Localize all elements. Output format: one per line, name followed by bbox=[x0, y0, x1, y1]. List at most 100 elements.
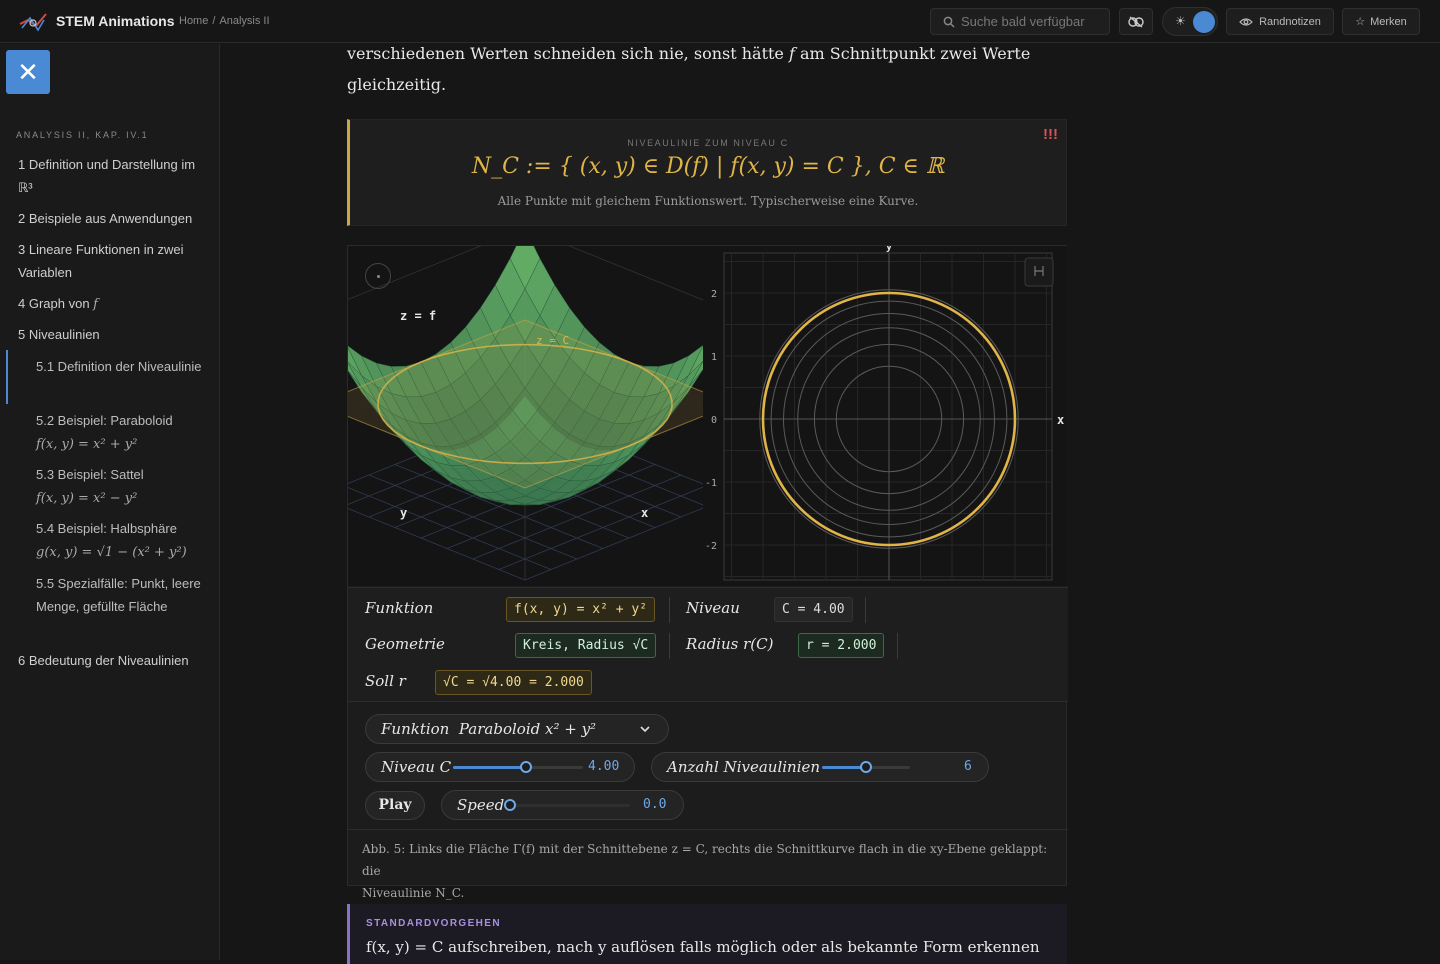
funktion-readout-value: f(x, y) = x² + y² bbox=[506, 597, 656, 622]
sidebar-item-label: 5 Niveaulinien bbox=[18, 327, 100, 342]
niveau-slider-track[interactable] bbox=[453, 761, 583, 773]
readout-divider bbox=[669, 633, 670, 659]
search-placeholder: Suche bald verfügbar bbox=[961, 14, 1085, 29]
contour-svg: 2 1 0 -1 -2 x y bbox=[705, 242, 1064, 581]
funktion-select[interactable]: Funktion Paraboloid x² + y² bbox=[365, 714, 669, 744]
anzahl-slider[interactable]: Anzahl Niveaulinien 6 bbox=[651, 752, 989, 782]
search-input[interactable]: Suche bald verfügbar bbox=[930, 8, 1110, 35]
readout-divider bbox=[865, 597, 866, 623]
eye-icon bbox=[1239, 17, 1253, 26]
anzahl-slider-label: Anzahl Niveaulinien bbox=[667, 758, 821, 776]
sidebar-item-3[interactable]: 3 Lineare Funktionen in zwei Variablen bbox=[18, 238, 208, 284]
sidebar-heading: ANALYSIS II, KAP. IV.1 bbox=[16, 130, 149, 140]
niveau-readout-label: Niveau bbox=[686, 599, 740, 617]
theme-toggle[interactable]: ☀ bbox=[1162, 7, 1218, 36]
y-tick-label: 0 bbox=[711, 415, 717, 426]
close-icon: ✕ bbox=[17, 56, 39, 87]
sidebar-item-5-1[interactable]: 5.1 Definition der Niveaulinie bbox=[36, 355, 211, 378]
z-axis-label: z = f bbox=[400, 309, 436, 323]
sidebar-item-5-4[interactable]: 5.4 Beispiel: Halbsphäre g(x, y) = √1 − (… bbox=[36, 517, 211, 564]
sidebar-item-math: f(x, y) = x² − y² bbox=[36, 491, 138, 506]
breadcrumb-current[interactable]: Analysis II bbox=[219, 15, 269, 27]
niveau-slider-label: Niveau C bbox=[381, 758, 452, 776]
paragraph-text: gleichzeitig. bbox=[347, 75, 447, 94]
sidebar-item-label: 2 Beispiele aus Anwendungen bbox=[18, 211, 193, 226]
speed-slider-label: Speed bbox=[457, 796, 505, 814]
surface-plot[interactable]: z = C z = f x y bbox=[315, 227, 735, 586]
y-tick-label: 2 bbox=[711, 289, 717, 300]
sidebar-item-label: 5.2 Beispiel: Paraboloid bbox=[36, 413, 173, 428]
readout-divider bbox=[669, 597, 670, 623]
sidebar-item-label: 4 Graph von bbox=[18, 296, 90, 311]
readout-panel: Funktion f(x, y) = x² + y² Niveau C = 4.… bbox=[348, 587, 1068, 702]
bookmark-button[interactable]: ☆ Merken bbox=[1342, 8, 1420, 35]
toggle-knob bbox=[1193, 11, 1215, 33]
niveau-slider-value: 4.00 bbox=[588, 759, 620, 774]
definition-description: Alle Punkte mit gleichem Funktionswert. … bbox=[497, 194, 919, 208]
tool-button[interactable] bbox=[1119, 8, 1153, 35]
sidebar-item-math: g(x, y) = √1 − (x² + y²) bbox=[36, 545, 187, 560]
niveau-slider-thumb[interactable] bbox=[519, 761, 532, 773]
niveau-slider-fill bbox=[453, 766, 526, 769]
funktion-select-caption: Funktion bbox=[381, 720, 450, 738]
sidebar-item-5-5[interactable]: 5.5 Spezialfälle: Punkt, leere Menge, ge… bbox=[36, 572, 211, 618]
sidebar-item-4[interactable]: 4 Graph von f bbox=[18, 292, 208, 316]
niveau-slider[interactable]: Niveau C 4.00 bbox=[365, 752, 635, 782]
breadcrumb-home[interactable]: Home bbox=[179, 15, 208, 27]
sidebar-item-math: f bbox=[93, 297, 98, 312]
speed-slider-value: 0.0 bbox=[643, 797, 667, 812]
sidebar-item-6[interactable]: 6 Bedeutung der Niveaulinien bbox=[18, 649, 208, 672]
base-grid-line bbox=[316, 495, 526, 581]
sidebar-item-5-2[interactable]: 5.2 Beispiel: Paraboloid f(x, y) = x² + y… bbox=[36, 409, 211, 456]
standard-procedure-text: f(x, y) = C aufschreiben, nach y auflöse… bbox=[366, 938, 1040, 956]
sidebar-item-label: 5.5 Spezialfälle: Punkt, leere Menge, ge… bbox=[36, 576, 201, 614]
importance-mark: !!! bbox=[1043, 126, 1058, 143]
geometrie-readout-value: Kreis, Radius √C bbox=[515, 633, 657, 658]
niveau-readout-value: C = 4.00 bbox=[774, 597, 853, 622]
x-axis-label: x bbox=[641, 506, 648, 520]
speed-slider-thumb[interactable] bbox=[504, 799, 516, 811]
standard-procedure-label: STANDARDVORGEHEN bbox=[366, 918, 501, 929]
logo-icon[interactable] bbox=[18, 10, 48, 34]
notes-button[interactable]: Randnotizen bbox=[1226, 8, 1334, 35]
brand-title[interactable]: STEM Animations bbox=[56, 13, 175, 29]
bookmark-label: Merken bbox=[1370, 15, 1407, 28]
speed-slider[interactable]: Speed 0.0 bbox=[441, 790, 684, 820]
y-tick-label: -1 bbox=[705, 478, 717, 489]
close-button[interactable]: ✕ bbox=[6, 50, 50, 94]
sidebar-item-label: 5.1 Definition der Niveaulinie bbox=[36, 359, 202, 374]
play-button[interactable]: Play bbox=[365, 791, 425, 820]
tool-icon bbox=[1128, 15, 1144, 28]
speed-slider-track[interactable] bbox=[504, 799, 630, 811]
figure-panel: z = C z = f x y 2 1 0 -1 -2 x y Funktion f(x, y) … bbox=[315, 227, 1068, 900]
notes-label: Randnotizen bbox=[1259, 15, 1321, 28]
readout-divider bbox=[897, 633, 898, 659]
surface-svg: z = C z = f x y bbox=[315, 227, 735, 581]
funktion-readout-label: Funktion bbox=[365, 599, 434, 617]
definition-formula: N_C := { (x, y) ∈ D(f) | f(x, y) = C }, … bbox=[471, 154, 945, 179]
sidebar-item-2[interactable]: 2 Beispiele aus Anwendungen bbox=[18, 207, 208, 230]
sidebar-item-5-3[interactable]: 5.3 Beispiel: Sattel f(x, y) = x² − y² bbox=[36, 463, 211, 510]
x-axis-label: x bbox=[1057, 413, 1064, 427]
funktion-select-value: Paraboloid x² + y² bbox=[458, 720, 597, 738]
figure-caption: Abb. 5: Links die Fläche Γ(f) mit der Sc… bbox=[348, 829, 1068, 900]
sidebar-item-label: 3 Lineare Funktionen in zwei Variablen bbox=[18, 242, 184, 280]
export-button bbox=[1024, 257, 1054, 287]
paragraph-text: am Schnittpunkt zwei Werte bbox=[794, 44, 1031, 63]
sidebar-item-5[interactable]: 5 Niveaulinien bbox=[18, 323, 208, 346]
sidebar-item-label: 1 Definition und Darstellung im ℝ³ bbox=[18, 157, 196, 195]
anzahl-slider-track[interactable] bbox=[822, 761, 910, 773]
definition-label: NIVEAULINIE ZUM NIVEAU C bbox=[627, 138, 789, 148]
anzahl-slider-thumb[interactable] bbox=[860, 761, 872, 773]
soll-readout-value: √C = √4.00 = 2.000 bbox=[435, 670, 592, 695]
radius-readout-value: r = 2.000 bbox=[798, 633, 885, 658]
contour-plot[interactable]: 2 1 0 -1 -2 x y bbox=[703, 242, 1067, 586]
anzahl-slider-value: 6 bbox=[964, 759, 972, 774]
reset-view-button[interactable] bbox=[365, 263, 391, 289]
sun-icon: ☀ bbox=[1175, 14, 1186, 28]
y-tick-label: 1 bbox=[711, 352, 717, 363]
star-icon: ☆ bbox=[1355, 16, 1366, 28]
sidebar: ANALYSIS II, KAP. IV.1 1 Definition und … bbox=[0, 44, 220, 960]
sidebar-item-1[interactable]: 1 Definition und Darstellung im ℝ³ bbox=[18, 153, 208, 199]
funktion-select-label: Funktion Paraboloid x² + y² bbox=[381, 720, 596, 738]
